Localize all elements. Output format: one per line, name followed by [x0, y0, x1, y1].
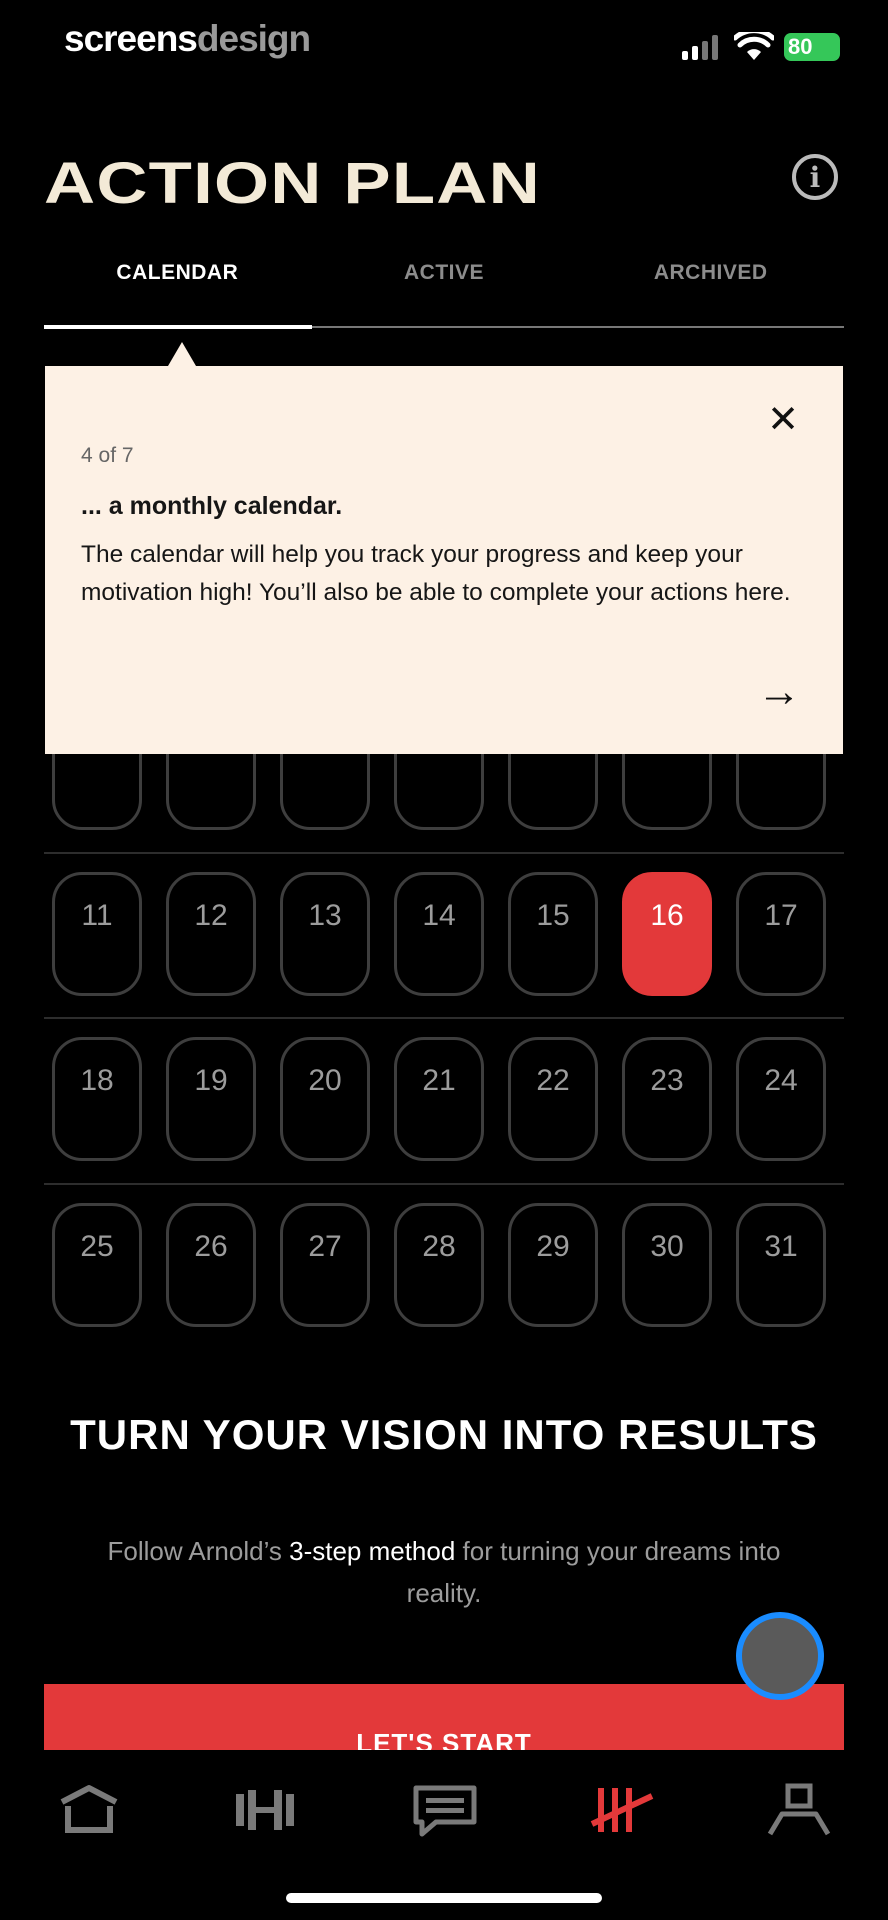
chat-icon[interactable]: [410, 1782, 480, 1838]
tab-active-indicator: [44, 325, 312, 329]
calendar-day[interactable]: 22: [508, 1037, 598, 1161]
dumbbell-icon[interactable]: [230, 1782, 300, 1838]
promo-sub-highlight: 3-step method: [289, 1536, 456, 1566]
tab-active[interactable]: ACTIVE: [311, 258, 578, 328]
calendar-day[interactable]: 15: [508, 872, 598, 996]
calendar-day-selected[interactable]: 16: [622, 872, 712, 996]
promo-subtitle: Follow Arnold’s 3-step method for turnin…: [80, 1530, 808, 1614]
calendar-day[interactable]: 13: [280, 872, 370, 996]
calendar-day[interactable]: 11: [52, 872, 142, 996]
calendar-day[interactable]: 21: [394, 1037, 484, 1161]
popover-body: The calendar will help you track your pr…: [81, 541, 791, 606]
brand-logo: screensdesign: [64, 18, 311, 60]
calendar-day[interactable]: 29: [508, 1203, 598, 1327]
lets-start-button[interactable]: LET'S START: [44, 1684, 844, 1750]
promo-sub-before: Follow Arnold’s: [107, 1536, 290, 1566]
floating-touch-indicator[interactable]: [736, 1612, 824, 1700]
calendar-day[interactable]: 23: [622, 1037, 712, 1161]
lets-start-label: LET'S START: [356, 1728, 532, 1750]
promo-title: TURN YOUR VISION INTO RESULTS: [70, 1411, 818, 1458]
battery-indicator: 80: [784, 33, 840, 61]
profile-icon[interactable]: [764, 1782, 834, 1838]
calendar-row-divider: [44, 852, 844, 854]
brand-part-2: design: [196, 18, 311, 59]
info-circle-icon[interactable]: i: [792, 154, 838, 200]
home-icon[interactable]: [54, 1782, 124, 1838]
calendar-day[interactable]: 26: [166, 1203, 256, 1327]
calendar-day[interactable]: 19: [166, 1037, 256, 1161]
calendar-day[interactable]: 20: [280, 1037, 370, 1161]
tab-bar: CALENDAR ACTIVE ARCHIVED: [44, 258, 844, 328]
promo-sub-after: for turning your dreams into reality.: [406, 1536, 781, 1608]
close-icon[interactable]: ✕: [765, 401, 801, 439]
popover-heading: ... a monthly calendar.: [81, 492, 343, 520]
calendar-day[interactable]: 14: [394, 872, 484, 996]
tab-archived[interactable]: ARCHIVED: [577, 258, 844, 328]
popover-step-counter: 4 of 7: [81, 444, 134, 467]
calendar-row-divider: [44, 1183, 844, 1185]
calendar-day[interactable]: 30: [622, 1203, 712, 1327]
calendar-day[interactable]: 31: [736, 1203, 826, 1327]
popover-pointer: [168, 342, 196, 366]
calendar-day[interactable]: 27: [280, 1203, 370, 1327]
onboarding-popover: ✕ 4 of 7 ... a monthly calendar. The cal…: [45, 366, 843, 754]
calendar-day[interactable]: 25: [52, 1203, 142, 1327]
calendar-day[interactable]: 17: [736, 872, 826, 996]
calendar-day[interactable]: 28: [394, 1203, 484, 1327]
tab-calendar[interactable]: CALENDAR: [44, 258, 311, 328]
home-indicator: [286, 1893, 602, 1903]
page-title: ACTION PLAN: [44, 151, 541, 216]
wifi-icon: [734, 32, 774, 60]
cellular-signal-icon: [682, 34, 718, 60]
calendar-day[interactable]: 18: [52, 1037, 142, 1161]
status-bar: screensdesign 80: [0, 0, 888, 80]
brand-part-1: screens: [64, 18, 198, 59]
calendar-day[interactable]: 24: [736, 1037, 826, 1161]
arrow-right-icon[interactable]: →: [757, 670, 801, 714]
calendar-day[interactable]: 12: [166, 872, 256, 996]
calendar-row-divider: [44, 1017, 844, 1019]
tally-icon[interactable]: [588, 1782, 658, 1838]
